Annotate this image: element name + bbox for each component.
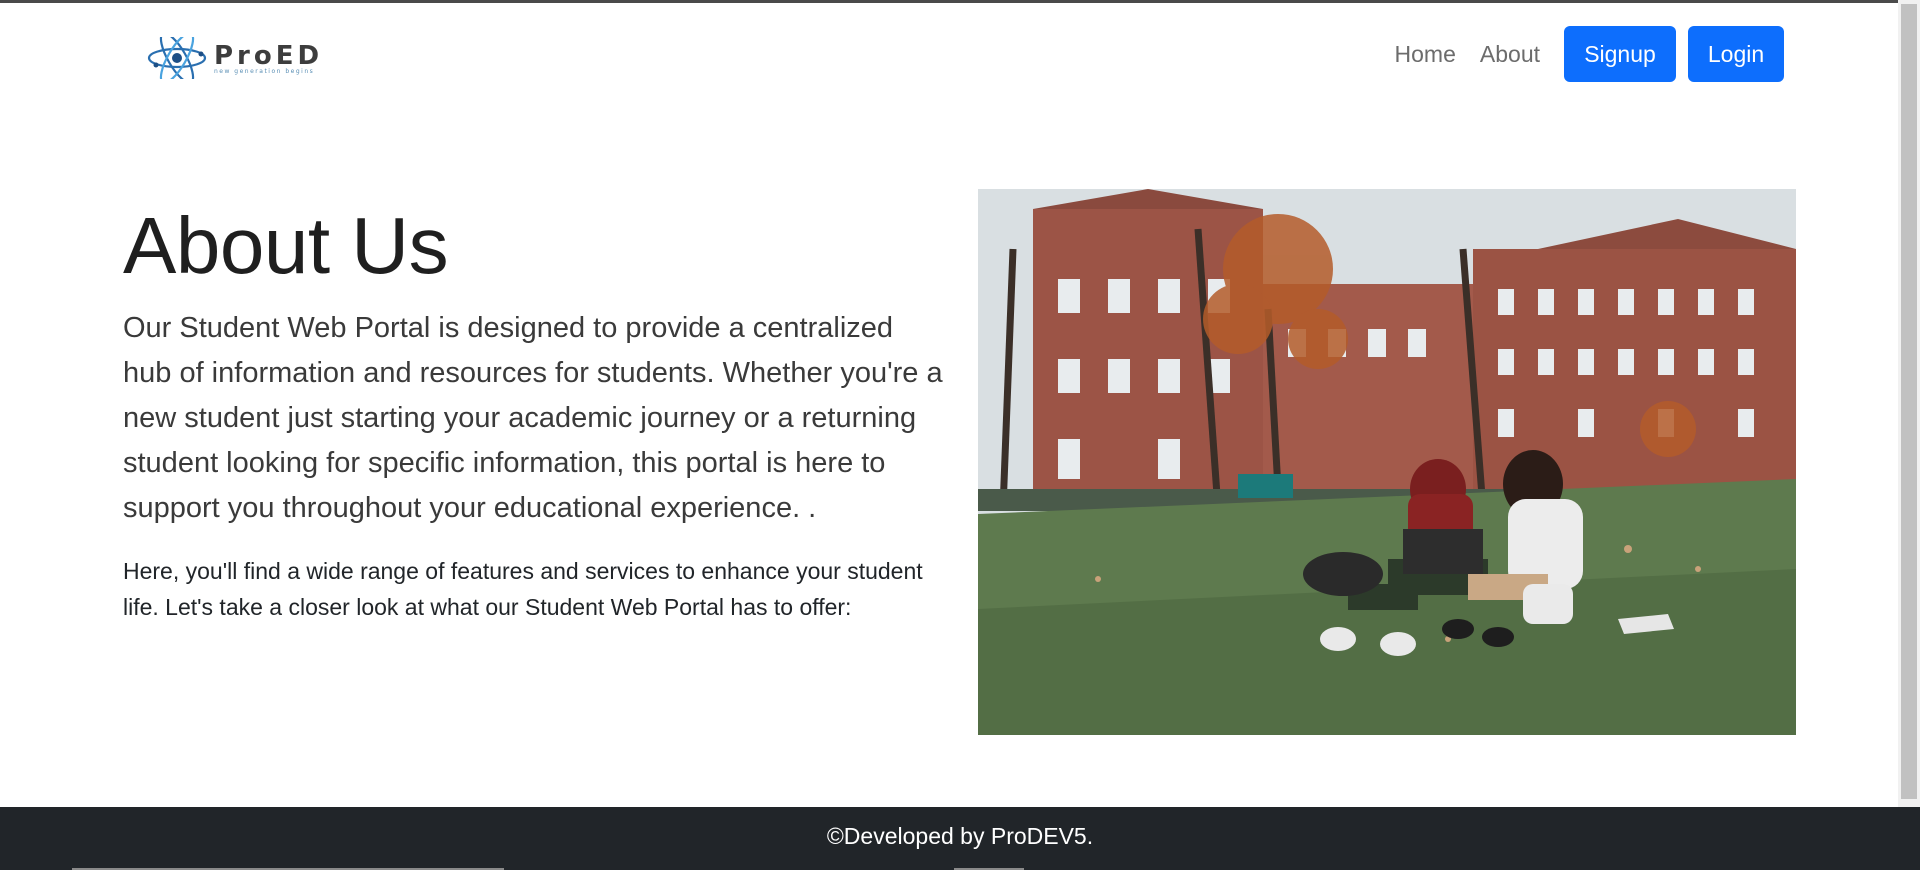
- footer-credit: ©Developed by ProDEV5.: [826, 823, 1094, 849]
- signup-button[interactable]: Signup: [1564, 26, 1676, 82]
- brand-logo[interactable]: ProED new generation begins: [144, 37, 384, 79]
- vertical-scrollbar[interactable]: [1898, 0, 1920, 807]
- lead-paragraph: Our Student Web Portal is designed to pr…: [123, 312, 943, 524]
- brand-name: ProED: [214, 41, 324, 71]
- main-nav: Home About Signup Login: [1395, 26, 1784, 82]
- nav-home-link[interactable]: Home: [1395, 27, 1456, 81]
- about-section: About Us Our Student Web Portal is desig…: [123, 186, 943, 625]
- vertical-scrollbar-thumb[interactable]: [1901, 4, 1917, 799]
- brand-tagline: new generation begins: [214, 68, 315, 75]
- navbar: ProED new generation begins Home About S…: [0, 3, 1898, 103]
- nav-about-link[interactable]: About: [1480, 27, 1540, 81]
- page-title: About Us: [123, 201, 449, 290]
- footer: ©Developed by ProDEV5.: [0, 807, 1920, 870]
- campus-photo: [978, 189, 1796, 735]
- campus-photo-image: [978, 189, 1796, 735]
- atom-icon: [147, 37, 207, 79]
- body-paragraph: Here, you'll find a wide range of featur…: [123, 558, 923, 620]
- login-button[interactable]: Login: [1688, 26, 1784, 82]
